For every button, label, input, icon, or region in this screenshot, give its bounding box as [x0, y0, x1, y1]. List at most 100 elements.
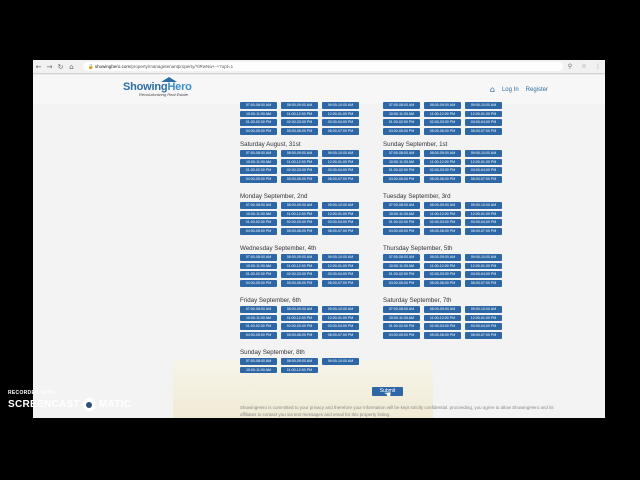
time-slot-button[interactable]: 10:00-11:00 AM: [240, 366, 277, 374]
time-slot-button[interactable]: 02:00-03:00 PM: [424, 323, 461, 330]
time-slot-button[interactable]: 11:00-12:00 PM: [424, 262, 461, 270]
time-slot-button[interactable]: 06:00-07:00 PM: [322, 128, 359, 135]
time-slot-button[interactable]: 12:00-01:00 PM: [322, 210, 359, 218]
time-slot-button[interactable]: 09:00-10:00 AM: [465, 254, 502, 261]
time-slot-button[interactable]: 08:00-09:00 AM: [424, 150, 461, 157]
time-slot-button[interactable]: 07:00-08:00 AM: [383, 254, 420, 261]
time-slot-button[interactable]: 04:00-05:00 PM: [240, 332, 277, 339]
register-link[interactable]: Register: [526, 87, 548, 93]
time-slot-button[interactable]: 09:00-10:00 AM: [322, 358, 359, 365]
time-slot-button[interactable]: 01:00-02:00 PM: [383, 271, 420, 278]
home-icon[interactable]: ⌂: [66, 63, 77, 71]
time-slot-button[interactable]: 02:00-03:00 PM: [281, 167, 318, 174]
star-icon[interactable]: ☆: [577, 63, 591, 70]
time-slot-button[interactable]: 12:00-01:00 PM: [322, 158, 359, 166]
time-slot-button[interactable]: 09:00-10:00 AM: [322, 306, 359, 313]
time-slot-button[interactable]: 11:00-12:00 PM: [281, 110, 318, 118]
time-slot-button[interactable]: 08:00-09:00 AM: [281, 202, 318, 209]
time-slot-button[interactable]: 11:00-12:00 PM: [424, 314, 461, 322]
time-slot-button[interactable]: 11:00-12:00 PM: [424, 158, 461, 166]
time-slot-button[interactable]: 08:00-09:00 AM: [281, 150, 318, 157]
time-slot-button[interactable]: 09:00-10:00 AM: [322, 254, 359, 261]
key-icon[interactable]: ⚲: [563, 63, 577, 70]
time-slot-button[interactable]: 05:00-06:00 PM: [281, 280, 318, 287]
time-slot-button[interactable]: 11:00-12:00 PM: [281, 366, 318, 374]
time-slot-button[interactable]: 05:00-06:00 PM: [424, 332, 461, 339]
time-slot-button[interactable]: 12:00-01:00 PM: [465, 210, 502, 218]
time-slot-button[interactable]: 02:00-03:00 PM: [424, 167, 461, 174]
back-icon[interactable]: ←: [33, 63, 44, 71]
time-slot-button[interactable]: 10:00-11:00 AM: [383, 158, 420, 166]
time-slot-button[interactable]: 11:00-12:00 PM: [281, 262, 318, 270]
time-slot-button[interactable]: 07:00-08:00 AM: [240, 202, 277, 209]
time-slot-button[interactable]: 04:00-05:00 PM: [240, 228, 277, 235]
time-slot-button[interactable]: 12:00-01:00 PM: [322, 110, 359, 118]
time-slot-button[interactable]: 03:00-04:00 PM: [322, 219, 359, 226]
time-slot-button[interactable]: 05:00-06:00 PM: [424, 280, 461, 287]
time-slot-button[interactable]: 06:00-07:00 PM: [465, 332, 502, 339]
time-slot-button[interactable]: 03:00-04:00 PM: [465, 167, 502, 174]
time-slot-button[interactable]: 06:00-07:00 PM: [465, 128, 502, 135]
menu-icon[interactable]: ⋮: [591, 63, 605, 70]
time-slot-button[interactable]: 06:00-07:00 PM: [322, 332, 359, 339]
forward-icon[interactable]: →: [44, 63, 55, 71]
time-slot-button[interactable]: 03:00-04:00 PM: [322, 323, 359, 330]
time-slot-button[interactable]: 09:00-10:00 AM: [465, 202, 502, 209]
time-slot-button[interactable]: 06:00-07:00 PM: [322, 280, 359, 287]
time-slot-button[interactable]: 01:00-02:00 PM: [383, 119, 420, 126]
time-slot-button[interactable]: 03:00-04:00 PM: [322, 119, 359, 126]
time-slot-button[interactable]: 09:00-10:00 AM: [465, 102, 502, 109]
time-slot-button[interactable]: 10:00-11:00 AM: [240, 314, 277, 322]
time-slot-button[interactable]: 08:00-09:00 AM: [281, 102, 318, 109]
time-slot-button[interactable]: 07:00-08:00 AM: [240, 102, 277, 109]
time-slot-button[interactable]: 02:00-03:00 PM: [281, 119, 318, 126]
time-slot-button[interactable]: 09:00-10:00 AM: [322, 150, 359, 157]
time-slot-button[interactable]: 03:00-04:00 PM: [465, 219, 502, 226]
time-slot-button[interactable]: 08:00-09:00 AM: [281, 254, 318, 261]
time-slot-button[interactable]: 08:00-09:00 AM: [424, 254, 461, 261]
time-slot-button[interactable]: 07:00-08:00 AM: [240, 306, 277, 313]
time-slot-button[interactable]: 01:00-02:00 PM: [383, 323, 420, 330]
time-slot-button[interactable]: 02:00-03:00 PM: [424, 271, 461, 278]
login-link[interactable]: Log In: [502, 87, 519, 93]
time-slot-button[interactable]: 02:00-03:00 PM: [281, 219, 318, 226]
time-slot-button[interactable]: 10:00-11:00 AM: [240, 110, 277, 118]
time-slot-button[interactable]: 04:00-05:00 PM: [383, 280, 420, 287]
time-slot-button[interactable]: 02:00-03:00 PM: [424, 219, 461, 226]
time-slot-button[interactable]: 11:00-12:00 PM: [281, 210, 318, 218]
time-slot-button[interactable]: 05:00-06:00 PM: [281, 176, 318, 183]
time-slot-button[interactable]: 10:00-11:00 AM: [240, 262, 277, 270]
time-slot-button[interactable]: 04:00-05:00 PM: [383, 332, 420, 339]
time-slot-button[interactable]: 07:00-08:00 AM: [240, 358, 277, 365]
showinghero-logo[interactable]: ShowingHero Revolutionizing Real Estate: [123, 77, 192, 97]
time-slot-button[interactable]: 02:00-03:00 PM: [281, 323, 318, 330]
time-slot-button[interactable]: 07:00-08:00 AM: [383, 202, 420, 209]
time-slot-button[interactable]: 07:00-08:00 AM: [383, 150, 420, 157]
time-slot-button[interactable]: 01:00-02:00 PM: [240, 119, 277, 126]
time-slot-button[interactable]: 12:00-01:00 PM: [322, 314, 359, 322]
time-slot-button[interactable]: 06:00-07:00 PM: [465, 176, 502, 183]
time-slot-button[interactable]: 01:00-02:00 PM: [240, 323, 277, 330]
time-slot-button[interactable]: 04:00-05:00 PM: [383, 228, 420, 235]
time-slot-button[interactable]: 12:00-01:00 PM: [322, 262, 359, 270]
time-slot-button[interactable]: 10:00-11:00 AM: [383, 210, 420, 218]
time-slot-button[interactable]: 04:00-05:00 PM: [240, 280, 277, 287]
time-slot-button[interactable]: 07:00-08:00 AM: [383, 102, 420, 109]
time-slot-button[interactable]: 07:00-08:00 AM: [383, 306, 420, 313]
time-slot-button[interactable]: 05:00-06:00 PM: [424, 176, 461, 183]
time-slot-button[interactable]: 04:00-05:00 PM: [383, 128, 420, 135]
time-slot-button[interactable]: 03:00-04:00 PM: [465, 119, 502, 126]
time-slot-button[interactable]: 09:00-10:00 AM: [465, 306, 502, 313]
time-slot-button[interactable]: 10:00-11:00 AM: [240, 210, 277, 218]
time-slot-button[interactable]: 12:00-01:00 PM: [465, 158, 502, 166]
home-nav-icon[interactable]: ⌂: [490, 85, 495, 94]
time-slot-button[interactable]: 08:00-09:00 AM: [424, 202, 461, 209]
time-slot-button[interactable]: 12:00-01:00 PM: [465, 262, 502, 270]
time-slot-button[interactable]: 05:00-06:00 PM: [281, 128, 318, 135]
reload-icon[interactable]: ↻: [55, 63, 66, 71]
time-slot-button[interactable]: 10:00-11:00 AM: [383, 314, 420, 322]
time-slot-button[interactable]: 01:00-02:00 PM: [240, 219, 277, 226]
time-slot-button[interactable]: 06:00-07:00 PM: [465, 228, 502, 235]
time-slot-button[interactable]: 03:00-04:00 PM: [322, 167, 359, 174]
time-slot-button[interactable]: 04:00-05:00 PM: [383, 176, 420, 183]
